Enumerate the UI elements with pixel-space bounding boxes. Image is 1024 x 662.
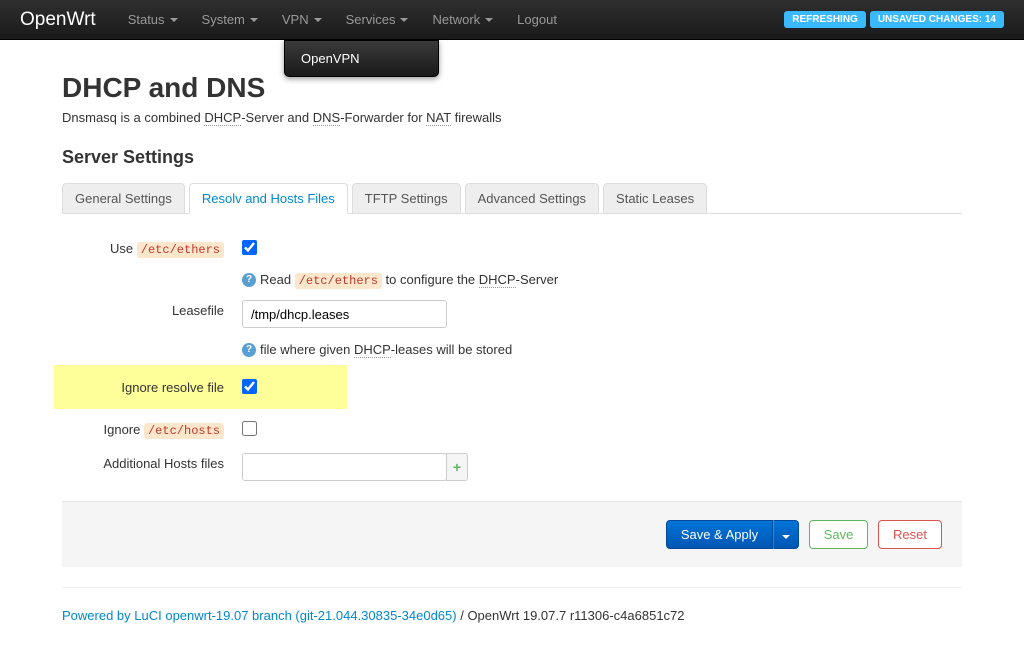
nav-menu: Status System VPN Services Network Logou…: [116, 0, 785, 40]
tab-tftp-settings[interactable]: TFTP Settings: [352, 183, 461, 214]
nav-item-network[interactable]: Network: [420, 0, 505, 40]
ignore-resolve-label: Ignore resolve file: [62, 377, 242, 395]
tab-general-settings[interactable]: General Settings: [62, 183, 185, 214]
ignore-hosts-checkbox[interactable]: [242, 421, 257, 436]
nav-item-services[interactable]: Services: [334, 0, 421, 40]
footer-link[interactable]: Powered by LuCI openwrt-19.07 branch (gi…: [62, 608, 457, 623]
section-title: Server Settings: [62, 147, 962, 168]
save-apply-dropdown-button[interactable]: [773, 520, 799, 549]
nav-item-system[interactable]: System: [190, 0, 270, 40]
page-title: DHCP and DNS: [62, 72, 962, 104]
tab-resolv-hosts[interactable]: Resolv and Hosts Files: [189, 183, 348, 214]
page-description: Dnsmasq is a combined DHCP-Server and DN…: [62, 110, 962, 125]
add-hosts-button[interactable]: +: [446, 453, 468, 481]
navbar: OpenWrt Status System VPN Services Netwo…: [0, 0, 1024, 40]
navbar-brand[interactable]: OpenWrt: [20, 9, 96, 31]
add-hosts-input[interactable]: [242, 453, 447, 481]
tabs: General Settings Resolv and Hosts Files …: [62, 182, 962, 214]
save-button[interactable]: Save: [809, 520, 869, 549]
chevron-down-icon: [782, 535, 790, 539]
nav-item-logout[interactable]: Logout: [505, 0, 569, 40]
leasefile-hint: ? file where given DHCP-leases will be s…: [242, 338, 962, 365]
reset-button[interactable]: Reset: [878, 520, 942, 549]
dropdown-item-openvpn[interactable]: OpenVPN: [285, 41, 438, 76]
caret-icon: [250, 18, 258, 22]
use-ethers-hint: ? Read /etc/ethers to configure the DHCP…: [242, 268, 962, 296]
tab-static-leases[interactable]: Static Leases: [603, 183, 707, 214]
tab-advanced-settings[interactable]: Advanced Settings: [465, 183, 599, 214]
save-apply-button[interactable]: Save & Apply: [666, 520, 773, 549]
use-ethers-label: Use /etc/ethers: [62, 238, 242, 257]
add-hosts-label: Additional Hosts files: [62, 453, 242, 471]
ignore-resolve-checkbox[interactable]: [242, 379, 257, 394]
vpn-dropdown: OpenVPN: [284, 40, 439, 77]
use-ethers-checkbox[interactable]: [242, 240, 257, 255]
ignore-hosts-label: Ignore /etc/hosts: [62, 419, 242, 438]
form-footer: Save & Apply Save Reset: [62, 501, 962, 567]
nav-item-vpn[interactable]: VPN: [270, 0, 334, 40]
caret-icon: [485, 18, 493, 22]
caret-icon: [314, 18, 322, 22]
footer: Powered by LuCI openwrt-19.07 branch (gi…: [62, 587, 962, 643]
leasefile-input[interactable]: [242, 300, 447, 328]
help-icon: ?: [242, 273, 256, 287]
caret-icon: [400, 18, 408, 22]
help-icon: ?: [242, 343, 256, 357]
badge-unsaved[interactable]: UNSAVED CHANGES: 14: [870, 11, 1004, 28]
leasefile-label: Leasefile: [62, 300, 242, 318]
badge-refreshing[interactable]: REFRESHING: [784, 11, 866, 28]
nav-badges: REFRESHING UNSAVED CHANGES: 14: [784, 11, 1004, 28]
form-content: Use /etc/ethers ? Read /etc/ethers to co…: [62, 234, 962, 485]
caret-icon: [170, 18, 178, 22]
nav-item-status[interactable]: Status: [116, 0, 190, 40]
